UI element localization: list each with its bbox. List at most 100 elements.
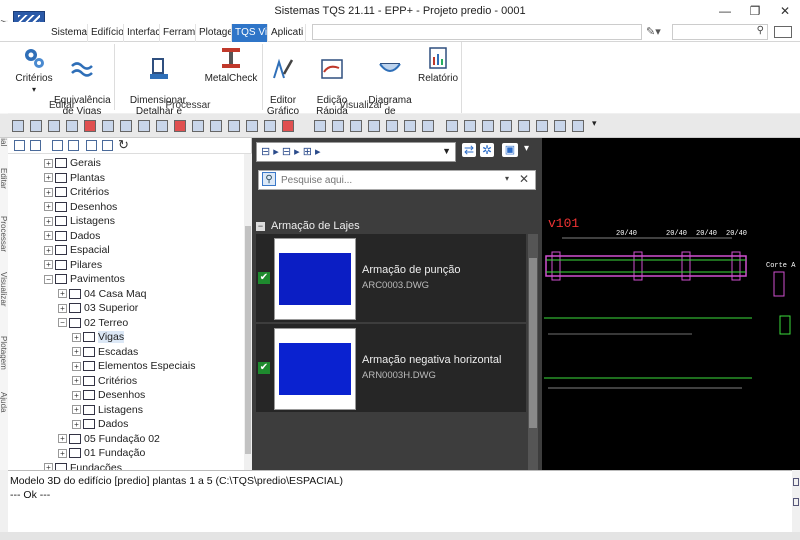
expand-icon[interactable]: + <box>72 347 81 357</box>
toolbar-icon[interactable] <box>554 120 566 132</box>
drawing-card[interactable]: ✔ Armação negativa horizontal ARN0003H.D… <box>256 324 526 412</box>
toolbar-icon[interactable] <box>332 120 344 132</box>
expand-icon[interactable]: + <box>72 390 81 400</box>
toolbar-icon[interactable] <box>192 120 204 132</box>
toolbar-icon[interactable] <box>12 120 24 132</box>
toolbar-icon[interactable] <box>422 120 434 132</box>
refresh-icon[interactable]: ↻ <box>118 137 129 153</box>
tree-item[interactable]: + Listagens <box>72 403 143 417</box>
toolbar-icon[interactable] <box>174 120 186 132</box>
vertical-tab[interactable]: Processar <box>0 216 8 252</box>
tree-item[interactable]: +01 Fundação <box>58 446 145 460</box>
vertical-tab[interactable]: Editar <box>0 168 8 189</box>
tab-edificio[interactable]: Edifício <box>88 24 124 42</box>
tree-item[interactable]: + Critérios <box>72 374 137 388</box>
drawings-scroll-thumb[interactable] <box>529 258 537 428</box>
drawings-scrollbar[interactable] <box>528 234 538 470</box>
drawing-checkbox[interactable]: ✔ <box>258 362 270 374</box>
toolbar-icon[interactable] <box>464 120 476 132</box>
tab-sistema[interactable]: Sistema <box>48 24 88 42</box>
metalcheck-button[interactable]: MetalCheck <box>204 45 258 84</box>
more-icon[interactable]: ▾ <box>524 143 529 154</box>
tree-item[interactable]: + Escadas <box>72 345 138 359</box>
expand-icon[interactable]: + <box>44 245 53 255</box>
expand-icon[interactable]: + <box>58 434 67 444</box>
toolbar-icon[interactable] <box>210 120 222 132</box>
search-dropdown-icon[interactable]: ▾ <box>505 174 509 183</box>
criterios-button[interactable]: Critérios ▾ <box>14 45 54 95</box>
minimize-button[interactable]: — <box>710 2 740 20</box>
vertical-tab[interactable]: Ajuda <box>0 392 8 412</box>
expand-icon[interactable]: + <box>44 187 53 197</box>
expand-icon[interactable]: + <box>72 419 81 429</box>
toolbar-icon[interactable] <box>386 120 398 132</box>
expand-icon[interactable]: + <box>72 376 81 386</box>
drawing-checkbox[interactable]: ✔ <box>258 272 270 284</box>
toolbar-icon[interactable] <box>446 120 458 132</box>
search-icon[interactable]: ⚲ <box>262 172 276 186</box>
command-combo[interactable] <box>312 24 642 40</box>
maximize-button[interactable]: ❐ <box>740 2 770 20</box>
toolbar-icon[interactable] <box>350 120 362 132</box>
tree-item[interactable]: +04 Casa Maq <box>58 287 146 301</box>
tab-tqs-vigas[interactable]: TQS Viç <box>232 24 268 42</box>
tree-scrollbar[interactable] <box>244 154 252 470</box>
tree-item[interactable]: + Listagens <box>44 214 115 228</box>
collapse-icon[interactable]: − <box>256 222 265 231</box>
toolbar-icon[interactable] <box>120 120 132 132</box>
tree-item[interactable]: − 02 Terreo <box>58 316 128 330</box>
tree-item[interactable]: + Desenhos <box>44 200 117 214</box>
vertical-tab[interactable]: Visualizar <box>0 272 8 307</box>
toolbar-icon[interactable] <box>66 120 78 132</box>
search-icon[interactable]: ⚲ <box>757 25 764 36</box>
toolbar-icon[interactable] <box>264 120 276 132</box>
tree-tool-icon[interactable] <box>102 140 113 151</box>
toolbar-icon[interactable] <box>48 120 60 132</box>
tree-tool-icon[interactable] <box>86 140 97 151</box>
settings-icon[interactable]: ✲ <box>480 143 494 157</box>
close-button[interactable]: ✕ <box>770 2 800 20</box>
tree-scroll-thumb[interactable] <box>245 226 251 454</box>
view-icon[interactable]: ▣ <box>502 143 518 157</box>
collapse-icon[interactable]: − <box>44 274 53 284</box>
console-output[interactable]: Modelo 3D do edifício [predio] plantas 1… <box>8 470 792 532</box>
tree-item[interactable]: +03 Superior <box>58 301 138 315</box>
tree-tool-icon[interactable] <box>30 140 41 151</box>
expand-icon[interactable]: + <box>58 289 67 299</box>
toolbar-icon[interactable] <box>314 120 326 132</box>
help-search-input[interactable]: ⚲ <box>672 24 768 40</box>
tree-tool-icon[interactable] <box>14 140 25 151</box>
toolbar-icon[interactable] <box>228 120 240 132</box>
toolbar-icon[interactable] <box>518 120 530 132</box>
tab-aplicativos[interactable]: Aplicati <box>268 24 306 42</box>
expand-icon[interactable]: + <box>72 361 81 371</box>
expand-icon[interactable]: + <box>58 303 67 313</box>
collapse-icon[interactable]: − <box>58 318 67 328</box>
toolbar-icon[interactable] <box>84 120 96 132</box>
tree-item[interactable]: − Pavimentos <box>44 272 125 286</box>
layout-icon[interactable] <box>774 26 792 38</box>
tree-tool-icon[interactable] <box>52 140 63 151</box>
sync-icon[interactable]: ⇄ <box>462 143 476 157</box>
clear-search-icon[interactable]: ✕ <box>519 172 529 186</box>
tree-item[interactable]: + Critérios <box>44 185 109 199</box>
toolbar-icon[interactable] <box>536 120 548 132</box>
toolbar-overflow-icon[interactable]: ▾ <box>592 118 597 129</box>
expand-icon[interactable]: + <box>44 202 53 212</box>
toolbar-icon[interactable] <box>156 120 168 132</box>
console-icon[interactable] <box>793 478 799 486</box>
search-input[interactable] <box>281 172 501 188</box>
dropdown-arrow-icon[interactable]: ▼ <box>442 146 451 156</box>
pen-icon[interactable]: ✎▾ <box>646 25 661 38</box>
tree-item[interactable]: +05 Fundação 02 <box>58 432 160 446</box>
cad-viewport[interactable]: v101 20/40 20/40 20/40 20/40 Corte A <box>542 138 800 470</box>
expand-icon[interactable]: + <box>44 260 53 270</box>
group-header[interactable]: − Armação de Lajes <box>256 218 526 234</box>
toolbar-icon[interactable] <box>572 120 584 132</box>
expand-icon[interactable]: + <box>72 332 81 342</box>
toolbar-icon[interactable] <box>500 120 512 132</box>
tree-item[interactable]: + Dados <box>72 417 128 431</box>
expand-icon[interactable]: + <box>44 231 53 241</box>
tree-item[interactable]: + Vigas <box>72 330 125 344</box>
drawing-card[interactable]: ✔ Armação de punção ARC0003.DWG <box>256 234 526 322</box>
